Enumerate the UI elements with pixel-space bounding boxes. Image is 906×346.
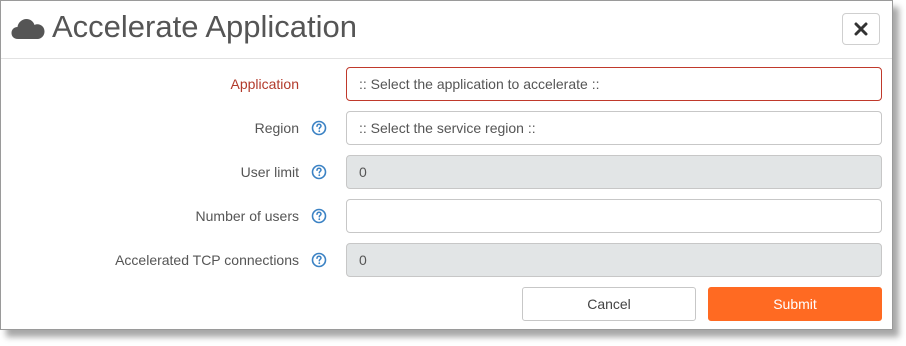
- application-label: Application: [230, 76, 300, 92]
- number-of-users-row: Number of users: [1, 199, 892, 233]
- dialog-header: Accelerate Application: [1, 1, 892, 59]
- close-button[interactable]: [842, 13, 880, 45]
- region-label: Region: [254, 120, 299, 136]
- region-row: Region :: Select the service region ::: [1, 111, 892, 145]
- close-icon: [854, 22, 868, 36]
- application-row: Application :: Select the application to…: [1, 67, 892, 101]
- submit-button[interactable]: Submit: [708, 287, 882, 321]
- dialog-title: Accelerate Application: [52, 9, 358, 44]
- accelerated-tcp-row: Accelerated TCP connections 0: [1, 243, 892, 277]
- application-select[interactable]: :: Select the application to accelerate …: [346, 67, 882, 101]
- region-select[interactable]: :: Select the service region ::: [346, 111, 882, 145]
- number-of-users-label: Number of users: [195, 208, 299, 224]
- accelerated-tcp-label: Accelerated TCP connections: [115, 252, 299, 268]
- help-icon[interactable]: [311, 164, 327, 180]
- user-limit-field: 0: [346, 155, 882, 189]
- help-icon[interactable]: [311, 252, 327, 268]
- accelerate-application-dialog: Accelerate Application Application :: Se…: [0, 0, 893, 330]
- cancel-button[interactable]: Cancel: [522, 287, 696, 321]
- accelerated-tcp-field: 0: [346, 243, 882, 277]
- number-of-users-input[interactable]: [346, 199, 882, 233]
- help-icon[interactable]: [311, 120, 327, 136]
- user-limit-row: User limit 0: [1, 155, 892, 189]
- help-icon[interactable]: [311, 208, 327, 224]
- user-limit-label: User limit: [240, 164, 299, 180]
- cloud-icon: [11, 19, 45, 39]
